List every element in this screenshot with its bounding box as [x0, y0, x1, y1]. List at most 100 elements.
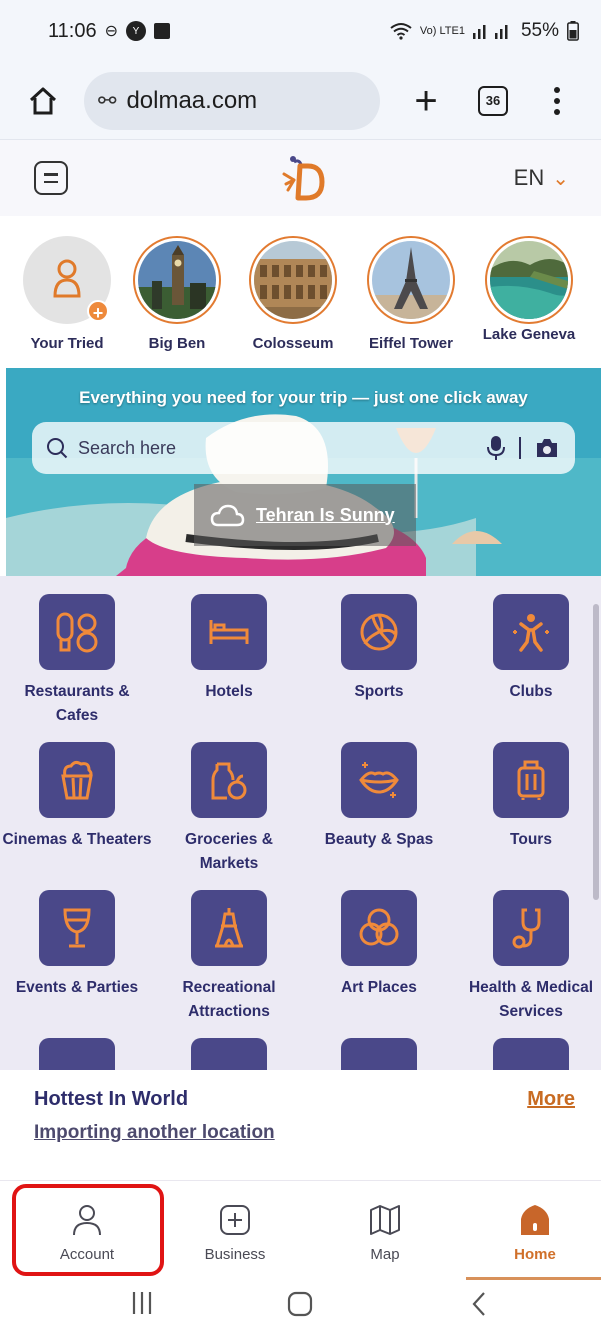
- status-right: Vo) LTE1 55%: [390, 20, 579, 42]
- message-icon: [153, 23, 170, 39]
- nav-business[interactable]: Business: [160, 1181, 310, 1281]
- address-bar[interactable]: ⚯ dolmaa.com: [84, 71, 380, 130]
- status-left: 11:06 ⊖ Y: [48, 20, 170, 43]
- category-tile: [493, 1038, 569, 1070]
- story-eiffel-tower[interactable]: Eiffel Tower: [356, 236, 466, 351]
- category-restaurants-cafes[interactable]: Restaurants & Cafes: [2, 594, 152, 728]
- category-clubs[interactable]: Clubs: [456, 594, 601, 704]
- category-sports[interactable]: Sports: [304, 594, 454, 704]
- colosseum-photo: [254, 241, 332, 319]
- story-label: Lake Geneva: [482, 326, 576, 343]
- plus-square-icon: [220, 1205, 250, 1235]
- nav-map[interactable]: Map: [310, 1181, 460, 1281]
- hottest-section: Hottest In World More Importing another …: [0, 1070, 601, 1180]
- category-tours[interactable]: Tours: [456, 742, 601, 852]
- dolmaa-logo[interactable]: [278, 150, 326, 202]
- language-selector[interactable]: EN ⌄: [514, 165, 569, 191]
- utensils-icon: [39, 594, 115, 670]
- recent-apps-icon[interactable]: [130, 1290, 154, 1316]
- search-icon: [47, 438, 68, 459]
- search-divider: [519, 437, 521, 459]
- dnd-icon: ⊖: [104, 23, 118, 40]
- nav-label: Business: [204, 1246, 266, 1263]
- url-text: dolmaa.com: [126, 86, 258, 114]
- category-partial-1[interactable]: [2, 1038, 152, 1070]
- status-bar: 11:06 ⊖ Y Vo) LTE1 55%: [0, 0, 601, 62]
- story-lake-geneva[interactable]: Lake Geneva: [474, 236, 584, 342]
- bottom-nav: Account Business Map Home: [0, 1180, 601, 1280]
- weather-widget[interactable]: Tehran Is Sunny: [194, 484, 416, 546]
- chevron-down-icon: ⌄: [552, 167, 569, 190]
- browser-menu-button[interactable]: [554, 86, 560, 115]
- hottest-title: Hottest In World: [34, 1088, 189, 1110]
- dancer-icon: [493, 594, 569, 670]
- story-colosseum[interactable]: Colosseum: [238, 236, 348, 351]
- microphone-icon[interactable]: [487, 435, 505, 461]
- category-label: Recreational Attractions: [182, 979, 276, 1020]
- category-partial-2[interactable]: [154, 1038, 304, 1070]
- category-label: Art Places: [341, 979, 417, 996]
- site-settings-icon[interactable]: ⚯: [98, 88, 116, 114]
- signal-icon: [472, 25, 508, 39]
- back-icon[interactable]: [470, 1290, 488, 1318]
- add-story-icon[interactable]: +: [87, 300, 109, 323]
- more-link[interactable]: More: [527, 1088, 575, 1111]
- nav-label: Map: [370, 1246, 400, 1263]
- person-icon: [73, 1205, 101, 1236]
- wifi-icon: [390, 23, 412, 40]
- battery-icon: [567, 21, 579, 41]
- story-big-ben[interactable]: Big Ben: [122, 236, 232, 351]
- category-art-places[interactable]: Art Places: [304, 890, 454, 1000]
- battery-percent: 55%: [520, 20, 559, 41]
- category-hotels[interactable]: Hotels: [154, 594, 304, 704]
- story-label: Eiffel Tower: [369, 335, 453, 352]
- language-label: EN: [513, 165, 545, 190]
- category-cinemas-theaters[interactable]: Cinemas & Theaters: [2, 742, 152, 852]
- import-location-link[interactable]: Importing another location: [34, 1122, 275, 1144]
- network-label: Vo) LTE1: [419, 25, 465, 37]
- nav-home[interactable]: Home: [460, 1181, 601, 1281]
- category-beauty-spas[interactable]: Beauty & Spas: [304, 742, 454, 852]
- luggage-icon: [493, 742, 569, 818]
- stories-row: + Your Tried Big Ben Colosseum Eiffel To…: [0, 224, 601, 370]
- search-box[interactable]: [32, 422, 575, 474]
- person-icon: [53, 259, 81, 298]
- popcorn-icon: [39, 742, 115, 818]
- search-actions: [487, 435, 559, 461]
- category-tile: [191, 1038, 267, 1070]
- browser-home-button[interactable]: [20, 78, 66, 124]
- glass-icon: [39, 890, 115, 966]
- home-square-icon[interactable]: [286, 1290, 314, 1318]
- category-health-medical[interactable]: Health & Medical Services: [456, 890, 601, 1024]
- category-recreational-attractions[interactable]: Recreational Attractions: [154, 890, 304, 1024]
- category-partial-3[interactable]: [304, 1038, 454, 1070]
- category-label: Cinemas & Theaters: [2, 831, 152, 848]
- home-icon: [521, 1205, 549, 1235]
- menu-icon[interactable]: [34, 161, 68, 195]
- status-time: 11:06: [48, 19, 97, 42]
- hero-tagline: Everything you need for your trip — just…: [79, 388, 528, 407]
- site-header: EN ⌄: [0, 140, 601, 216]
- category-label: Health & Medical Services: [468, 979, 594, 1020]
- search-input[interactable]: [78, 437, 487, 459]
- category-partial-4[interactable]: [456, 1038, 601, 1070]
- home-outline-icon: [29, 87, 57, 114]
- browser-toolbar: ⚯ dolmaa.com + 36: [0, 62, 601, 140]
- weather-text: Tehran Is Sunny: [256, 504, 395, 525]
- map-icon: [370, 1205, 400, 1235]
- system-nav-bar: [0, 1280, 601, 1328]
- nav-account[interactable]: Account: [12, 1181, 162, 1281]
- category-label: Restaurants & Cafes: [24, 683, 130, 724]
- category-events-parties[interactable]: Events & Parties: [2, 890, 152, 1000]
- bed-icon: [191, 594, 267, 670]
- category-tile: [341, 1038, 417, 1070]
- nav-label: Account: [59, 1246, 115, 1263]
- tab-switcher-button[interactable]: 36: [478, 85, 508, 116]
- story-your-tried[interactable]: + Your Tried: [12, 236, 122, 351]
- category-label: Sports: [354, 683, 404, 700]
- category-groceries-markets[interactable]: Groceries & Markets: [154, 742, 304, 876]
- camera-icon[interactable]: [535, 437, 559, 459]
- new-tab-button[interactable]: +: [404, 81, 448, 121]
- lake-geneva-photo: [490, 241, 568, 319]
- cloud-sun-icon: [210, 504, 245, 527]
